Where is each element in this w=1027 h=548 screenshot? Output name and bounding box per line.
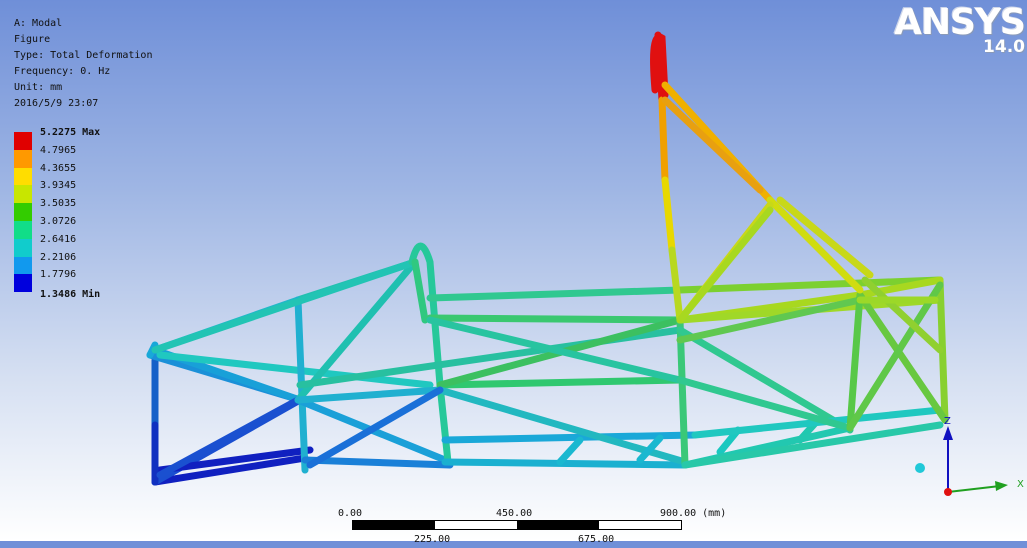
scale-tick-label: 900.00 (mm)	[660, 508, 727, 519]
frame-tube	[556, 436, 584, 466]
scale-bar	[352, 520, 682, 530]
scale-ruler: 0.00 450.00 900.00 (mm) 225.00 675.00	[338, 508, 738, 548]
frame-tube	[411, 258, 429, 324]
frame-model-view[interactable]	[0, 0, 1027, 541]
z-axis-label: Z	[944, 416, 951, 427]
x-axis-line	[947, 485, 1001, 493]
z-axis-arrow-icon	[943, 426, 953, 440]
origin-icon	[944, 488, 952, 496]
coordinate-triad[interactable]: Z X	[900, 410, 1027, 520]
frame-tube	[676, 376, 854, 432]
frame-tube	[441, 458, 689, 469]
frame-tube	[301, 456, 454, 469]
frame-tube	[658, 96, 669, 184]
scale-segment	[353, 521, 435, 529]
frame-tube	[426, 286, 684, 302]
frame-tube	[676, 206, 774, 324]
scale-tick-label: 675.00	[578, 534, 615, 545]
x-axis-arrow-icon	[995, 481, 1008, 491]
x-axis-label: X	[1017, 479, 1024, 490]
iso-ball-icon[interactable]	[915, 463, 925, 473]
frame-tube	[676, 326, 854, 434]
frame-tube	[661, 176, 676, 254]
frame-tube	[436, 376, 684, 389]
scale-segment	[517, 521, 599, 529]
frame-tube	[668, 246, 684, 324]
frame-tube	[766, 196, 864, 294]
scale-tick-label: 225.00	[414, 534, 451, 545]
scale-tick-label: 0.00	[338, 508, 363, 519]
scale-tick-label: 450.00	[496, 508, 533, 519]
frame-tube	[661, 96, 764, 194]
frame-tube	[776, 196, 874, 279]
frame-tube	[426, 314, 684, 324]
